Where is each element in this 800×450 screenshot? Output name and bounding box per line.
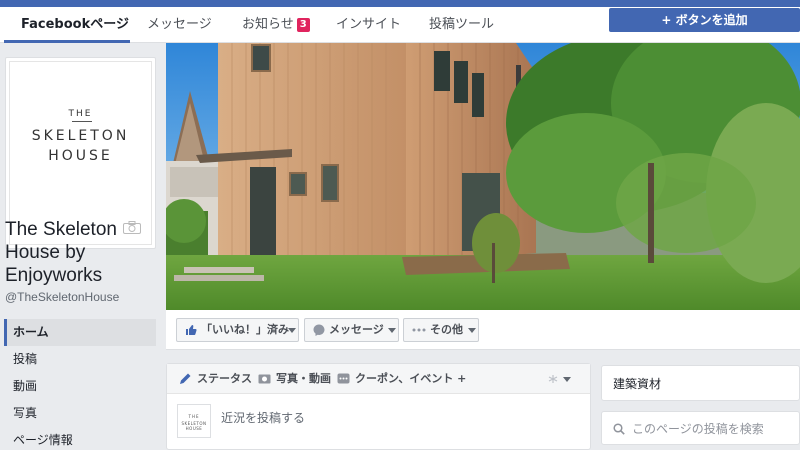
tab-notifications[interactable]: お知らせ 3 — [242, 7, 310, 43]
search-icon — [613, 423, 625, 435]
chevron-down-icon — [388, 328, 396, 333]
page-username[interactable]: @TheSkeletonHouse — [5, 290, 119, 304]
sidebar-item-label: 写真 — [13, 406, 38, 420]
composer-tab-status[interactable]: ステータス — [179, 364, 255, 394]
sidebar-item-label: ページ情報 — [13, 433, 73, 447]
camera-icon — [258, 374, 271, 384]
tab-insights-label: インサイト — [336, 17, 402, 32]
page-title: The Skeleton House by Enjoyworks — [5, 219, 117, 286]
liked-button[interactable]: 「いいね！」済み — [176, 318, 299, 342]
page-category-card: 建築資材 — [601, 365, 800, 401]
composer-tab-photo[interactable]: 写真・動画 — [258, 364, 331, 394]
composer-tab-offers-events[interactable]: クーポン、イベント + — [337, 364, 466, 394]
page-category[interactable]: 建築資材 — [613, 366, 661, 402]
chevron-down-icon — [468, 328, 476, 333]
post-composer: ステータス 写真・動画 クーポン、イベント + THE SKELETON HOU… — [166, 363, 591, 450]
more-button[interactable]: その他 — [403, 318, 479, 342]
page-action-bar: 「いいね！」済み メッセージ その他 — [166, 310, 800, 350]
tab-messages[interactable]: メッセージ — [147, 7, 212, 43]
composer-tab-photo-label: 写真・動画 — [276, 372, 331, 385]
plus-icon: + — [661, 13, 672, 27]
cover-photo[interactable] — [166, 43, 800, 310]
sidebar-item-posts[interactable]: 投稿 — [4, 346, 156, 373]
search-input[interactable]: このページの投稿を検索 — [632, 412, 764, 446]
sidebar-item-label: ホーム — [13, 325, 49, 339]
tab-facebook-page[interactable]: Facebookページ — [21, 7, 129, 43]
more-button-label: その他 — [430, 323, 463, 336]
add-button[interactable]: + ボタンを追加 — [609, 8, 800, 32]
sidebar-item-videos[interactable]: 動画 — [4, 373, 156, 400]
avatar-the: THE — [188, 414, 200, 419]
more-dots-icon — [412, 328, 426, 332]
sidebar-item-home[interactable]: ホーム — [4, 319, 156, 346]
logo-house-text: HOUSE — [48, 148, 113, 164]
composer-input[interactable]: 近況を投稿する — [221, 409, 305, 426]
tab-publishing-tools[interactable]: 投稿ツール — [429, 7, 494, 43]
top-blue-strip — [0, 0, 800, 7]
pencil-icon — [180, 373, 191, 384]
add-button-label: ボタンを追加 — [675, 13, 748, 27]
composer-audience-dropdown[interactable] — [547, 364, 577, 394]
composer-tab-status-label: ステータス — [197, 372, 252, 385]
message-button[interactable]: メッセージ — [304, 318, 399, 342]
logo-the-text: THE — [68, 109, 93, 119]
tab-insights[interactable]: インサイト — [336, 7, 401, 43]
tab-publishing-tools-label: 投稿ツール — [429, 17, 495, 32]
spark-icon — [548, 375, 558, 383]
chevron-down-icon — [288, 328, 296, 333]
logo-skeleton-text: SKELETON — [31, 128, 130, 144]
sidebar-item-about[interactable]: ページ情報 — [4, 427, 156, 450]
sidebar-item-label: 動画 — [13, 379, 38, 393]
composer-tab-offers-label: クーポン、イベント + — [355, 372, 467, 385]
tab-notifications-label: お知らせ — [242, 17, 294, 32]
messenger-icon — [313, 324, 325, 336]
sidebar-item-photos[interactable]: 写真 — [4, 400, 156, 427]
chevron-down-icon — [563, 377, 571, 382]
more-dots-square-icon — [337, 373, 350, 384]
message-button-label: メッセージ — [329, 323, 384, 336]
avatar-brand: SKELETON HOUSE — [181, 421, 207, 431]
tab-messages-label: メッセージ — [147, 17, 212, 32]
page-post-search[interactable]: このページの投稿を検索 — [601, 411, 800, 445]
tab-facebook-page-label: Facebookページ — [21, 17, 129, 32]
logo-underline — [72, 121, 92, 122]
notification-count-badge: 3 — [296, 18, 310, 32]
composer-tabs: ステータス 写真・動画 クーポン、イベント + — [167, 364, 590, 394]
sidebar-item-label: 投稿 — [13, 352, 38, 366]
liked-button-label: 「いいね！」済み — [201, 323, 289, 336]
left-column: THE SKELETON HOUSE The Skeleton House by… — [0, 43, 165, 450]
avatar: THE SKELETON HOUSE — [177, 404, 211, 438]
thumbs-up-icon — [186, 325, 197, 335]
